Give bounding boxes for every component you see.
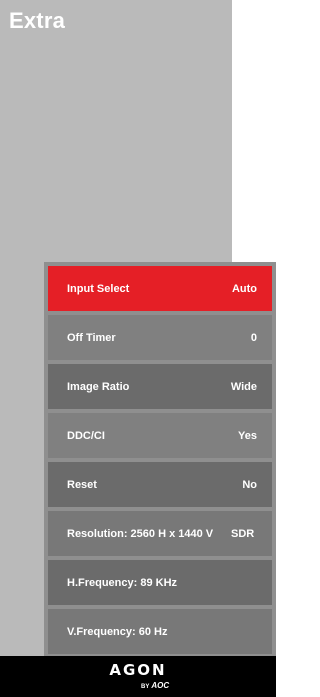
menu-item-ddc-ci[interactable]: DDC/CI Yes xyxy=(48,413,272,458)
aoc-logo: BY AOC xyxy=(141,681,169,690)
menu-item-value: 0 xyxy=(250,331,257,344)
hfrequency-text: H.Frequency: 89 KHz xyxy=(67,576,178,589)
aoc-text: AOC xyxy=(151,681,170,690)
info-hfrequency: H.Frequency: 89 KHz xyxy=(48,560,272,605)
info-vfrequency: V.Frequency: 60 Hz xyxy=(48,609,272,654)
menu-item-label: DDC/CI xyxy=(67,429,105,442)
page-title: Extra xyxy=(9,8,66,33)
menu-item-label: Reset xyxy=(67,478,97,491)
menu-item-off-timer[interactable]: Off Timer 0 xyxy=(48,315,272,360)
menu-item-reset[interactable]: Reset No xyxy=(48,462,272,507)
hdr-mode-badge: SDR xyxy=(231,527,255,540)
agon-logo: AGON xyxy=(109,661,167,679)
menu-item-label: Image Ratio xyxy=(67,380,130,393)
vfrequency-text: V.Frequency: 60 Hz xyxy=(67,625,168,638)
menu-item-value: Wide xyxy=(230,380,257,393)
menu-item-input-select[interactable]: Input Select Auto xyxy=(48,266,272,311)
menu-item-value: Auto xyxy=(231,282,257,295)
menu-item-value: No xyxy=(242,478,257,491)
menu-item-label: Off Timer xyxy=(67,331,116,344)
menu-item-label: Input Select xyxy=(67,282,130,295)
menu-item-value: Yes xyxy=(238,429,257,442)
footer-bar: AGON BY AOC xyxy=(0,656,276,697)
info-resolution: Resolution: 2560 H x 1440 V SDR xyxy=(48,511,272,556)
resolution-text: Resolution: 2560 H x 1440 V xyxy=(67,527,214,540)
osd-menu: Input Select Auto Off Timer 0 Image Rati… xyxy=(44,262,276,656)
by-text: BY xyxy=(141,684,150,690)
menu-item-image-ratio[interactable]: Image Ratio Wide xyxy=(48,364,272,409)
